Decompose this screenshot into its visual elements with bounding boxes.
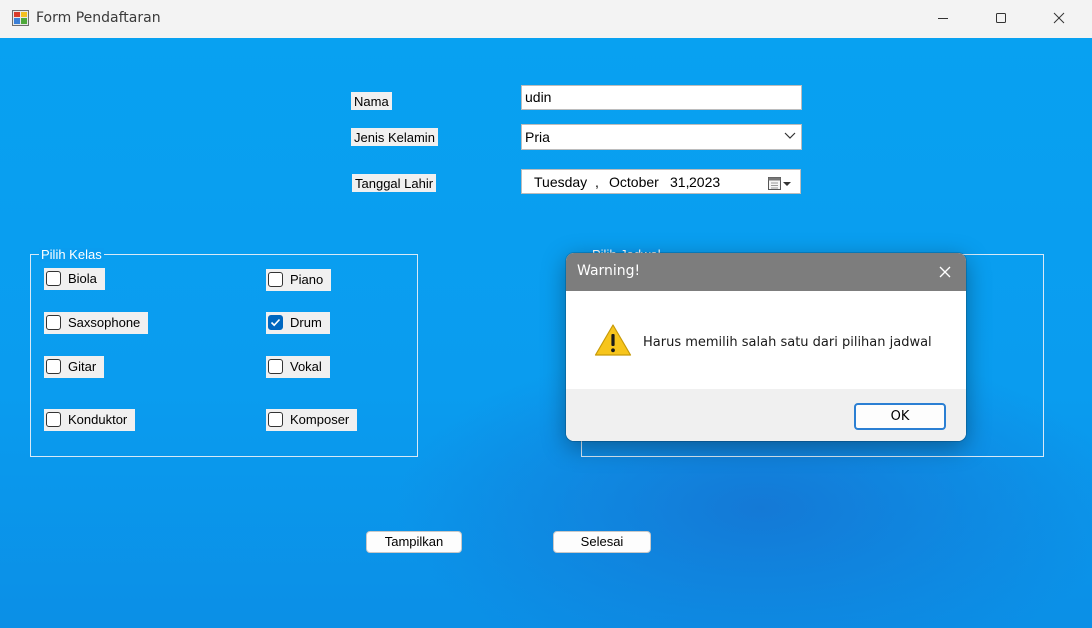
checkbox-komposer[interactable]: Komposer bbox=[266, 409, 358, 431]
jenis-kelamin-label: Jenis Kelamin bbox=[351, 128, 438, 146]
warning-dialog: Warning! Harus memilih salah satu dari p… bbox=[566, 253, 966, 441]
chevron-down-icon bbox=[784, 132, 796, 139]
checkbox-box[interactable] bbox=[46, 271, 61, 286]
window-title: Form Pendaftaran bbox=[36, 10, 161, 26]
checkmark-icon bbox=[270, 318, 281, 327]
warning-icon bbox=[594, 324, 632, 356]
checkbox-gitar[interactable]: Gitar bbox=[44, 356, 105, 378]
checkbox-biola[interactable]: Biola bbox=[44, 268, 105, 290]
checkbox-saxsophone[interactable]: Saxsophone bbox=[44, 312, 149, 334]
checkbox-box[interactable] bbox=[46, 412, 61, 427]
checkbox-label: Vokal bbox=[290, 359, 322, 374]
date-separator: , bbox=[595, 174, 599, 190]
window-title-bar: Form Pendaftaran bbox=[0, 0, 1092, 38]
checkbox-label: Drum bbox=[290, 315, 322, 330]
nama-label: Nama bbox=[351, 92, 392, 110]
checkbox-label: Saxsophone bbox=[68, 315, 141, 330]
date-year: 2023 bbox=[689, 174, 721, 190]
calendar-icon bbox=[768, 177, 791, 190]
calendar-dropdown-button[interactable] bbox=[768, 175, 792, 190]
checkbox-box[interactable] bbox=[46, 315, 61, 330]
dialog-footer: OK bbox=[566, 389, 966, 441]
checkbox-drum[interactable]: Drum bbox=[266, 312, 330, 334]
checkbox-box[interactable] bbox=[268, 412, 283, 427]
close-icon bbox=[1053, 12, 1065, 24]
ok-button[interactable]: OK bbox=[854, 403, 946, 430]
checkbox-box[interactable] bbox=[46, 359, 61, 374]
date-day: 31, bbox=[670, 174, 690, 190]
maximize-button[interactable] bbox=[975, 0, 1029, 38]
date-month: October bbox=[609, 174, 659, 190]
minimize-icon bbox=[938, 18, 948, 19]
dialog-body: Harus memilih salah satu dari pilihan ja… bbox=[566, 291, 966, 389]
dialog-title: Warning! bbox=[577, 263, 641, 279]
maximize-icon bbox=[996, 13, 1006, 23]
nama-value: udin bbox=[525, 89, 552, 105]
tanggal-lahir-datepicker[interactable]: Tuesday , October 31, 2023 bbox=[521, 169, 801, 194]
dialog-message: Harus memilih salah satu dari pilihan ja… bbox=[643, 335, 932, 350]
dialog-title-bar: Warning! bbox=[566, 253, 966, 291]
checkbox-label: Biola bbox=[68, 271, 97, 286]
jenis-kelamin-value: Pria bbox=[525, 129, 550, 145]
checkbox-piano[interactable]: Piano bbox=[266, 269, 332, 291]
jenis-kelamin-dropdown[interactable]: Pria bbox=[521, 124, 802, 150]
tanggal-lahir-label: Tanggal Lahir bbox=[352, 174, 437, 192]
pilih-kelas-caption: Pilih Kelas bbox=[39, 247, 104, 262]
nama-input[interactable]: udin bbox=[521, 85, 802, 110]
selesai-button[interactable]: Selesai bbox=[553, 531, 651, 553]
checkbox-vokal[interactable]: Vokal bbox=[266, 356, 330, 378]
close-icon bbox=[939, 266, 951, 278]
checkbox-konduktor[interactable]: Konduktor bbox=[44, 409, 136, 431]
dialog-close-button[interactable] bbox=[934, 261, 956, 283]
date-day-name: Tuesday bbox=[534, 174, 588, 190]
checkbox-label: Konduktor bbox=[68, 412, 128, 427]
checkbox-box[interactable] bbox=[268, 359, 283, 374]
minimize-button[interactable] bbox=[917, 0, 971, 38]
checkbox-label: Piano bbox=[290, 272, 324, 287]
checkbox-label: Gitar bbox=[68, 359, 97, 374]
checkbox-box-checked[interactable] bbox=[268, 315, 283, 330]
close-window-button[interactable] bbox=[1033, 0, 1087, 38]
form-app-icon bbox=[12, 10, 29, 26]
tampilkan-button[interactable]: Tampilkan bbox=[366, 531, 462, 553]
checkbox-box[interactable] bbox=[268, 272, 283, 287]
checkbox-label: Komposer bbox=[290, 412, 350, 427]
